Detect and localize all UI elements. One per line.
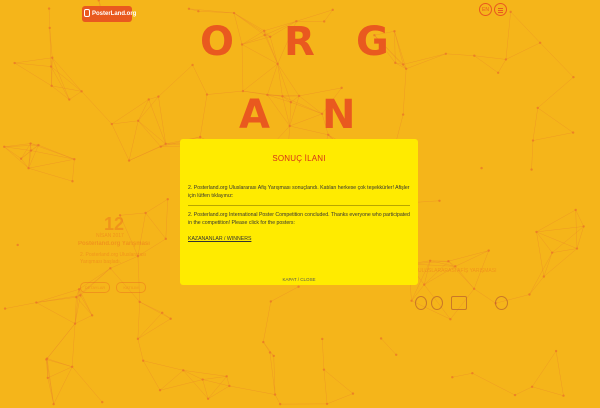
modal-text-en: 2. Posterland.org International Poster C…	[188, 212, 410, 226]
hero-letter-o: O	[200, 19, 235, 65]
sponsor-logo-icon	[495, 296, 508, 310]
sponsor-logo-icon	[415, 296, 427, 310]
hero-letter-n: N	[322, 92, 356, 138]
logo-icon	[84, 9, 90, 17]
details-button[interactable]: DETAYLAR	[80, 282, 110, 293]
hero-letter-g: G	[356, 19, 389, 65]
sponsor-logos	[413, 296, 509, 312]
sponsor-logo-icon	[451, 296, 467, 310]
date-day: 12	[104, 214, 125, 234]
participate-button[interactable]: KATILIM	[116, 282, 146, 293]
winners-link[interactable]: KAZANANLAR / WINNERS	[188, 236, 251, 242]
hero-letter-r: R	[284, 19, 315, 65]
right-caption: ULUSLARARASI AFİŞ YARIŞMASI	[418, 268, 497, 274]
side-news-item[interactable]: 2. Posterland.org Uluslararası Yarışması…	[80, 252, 160, 266]
logo-text: PosterLand.org	[92, 11, 137, 17]
menu-icon[interactable]	[494, 3, 507, 16]
modal-divider	[188, 205, 410, 206]
side-title: Posterland.org Yarışması	[78, 241, 150, 247]
language-button[interactable]: EN	[479, 3, 492, 16]
modal-text-tr: 2. Posterland.org Uluslararası Afiş Yarı…	[188, 185, 410, 199]
modal-title: SONUÇ İLANI	[272, 154, 326, 163]
sponsor-logo-icon	[431, 296, 443, 310]
close-button[interactable]: KAPAT / CLOSE	[180, 277, 418, 282]
results-modal: SONUÇ İLANI 2. Posterland.org Uluslarara…	[180, 139, 418, 285]
date-month: NİSAN 2017	[96, 233, 124, 239]
hero-letter-a: A	[239, 92, 270, 138]
site-logo[interactable]: PosterLand.org	[82, 6, 136, 22]
